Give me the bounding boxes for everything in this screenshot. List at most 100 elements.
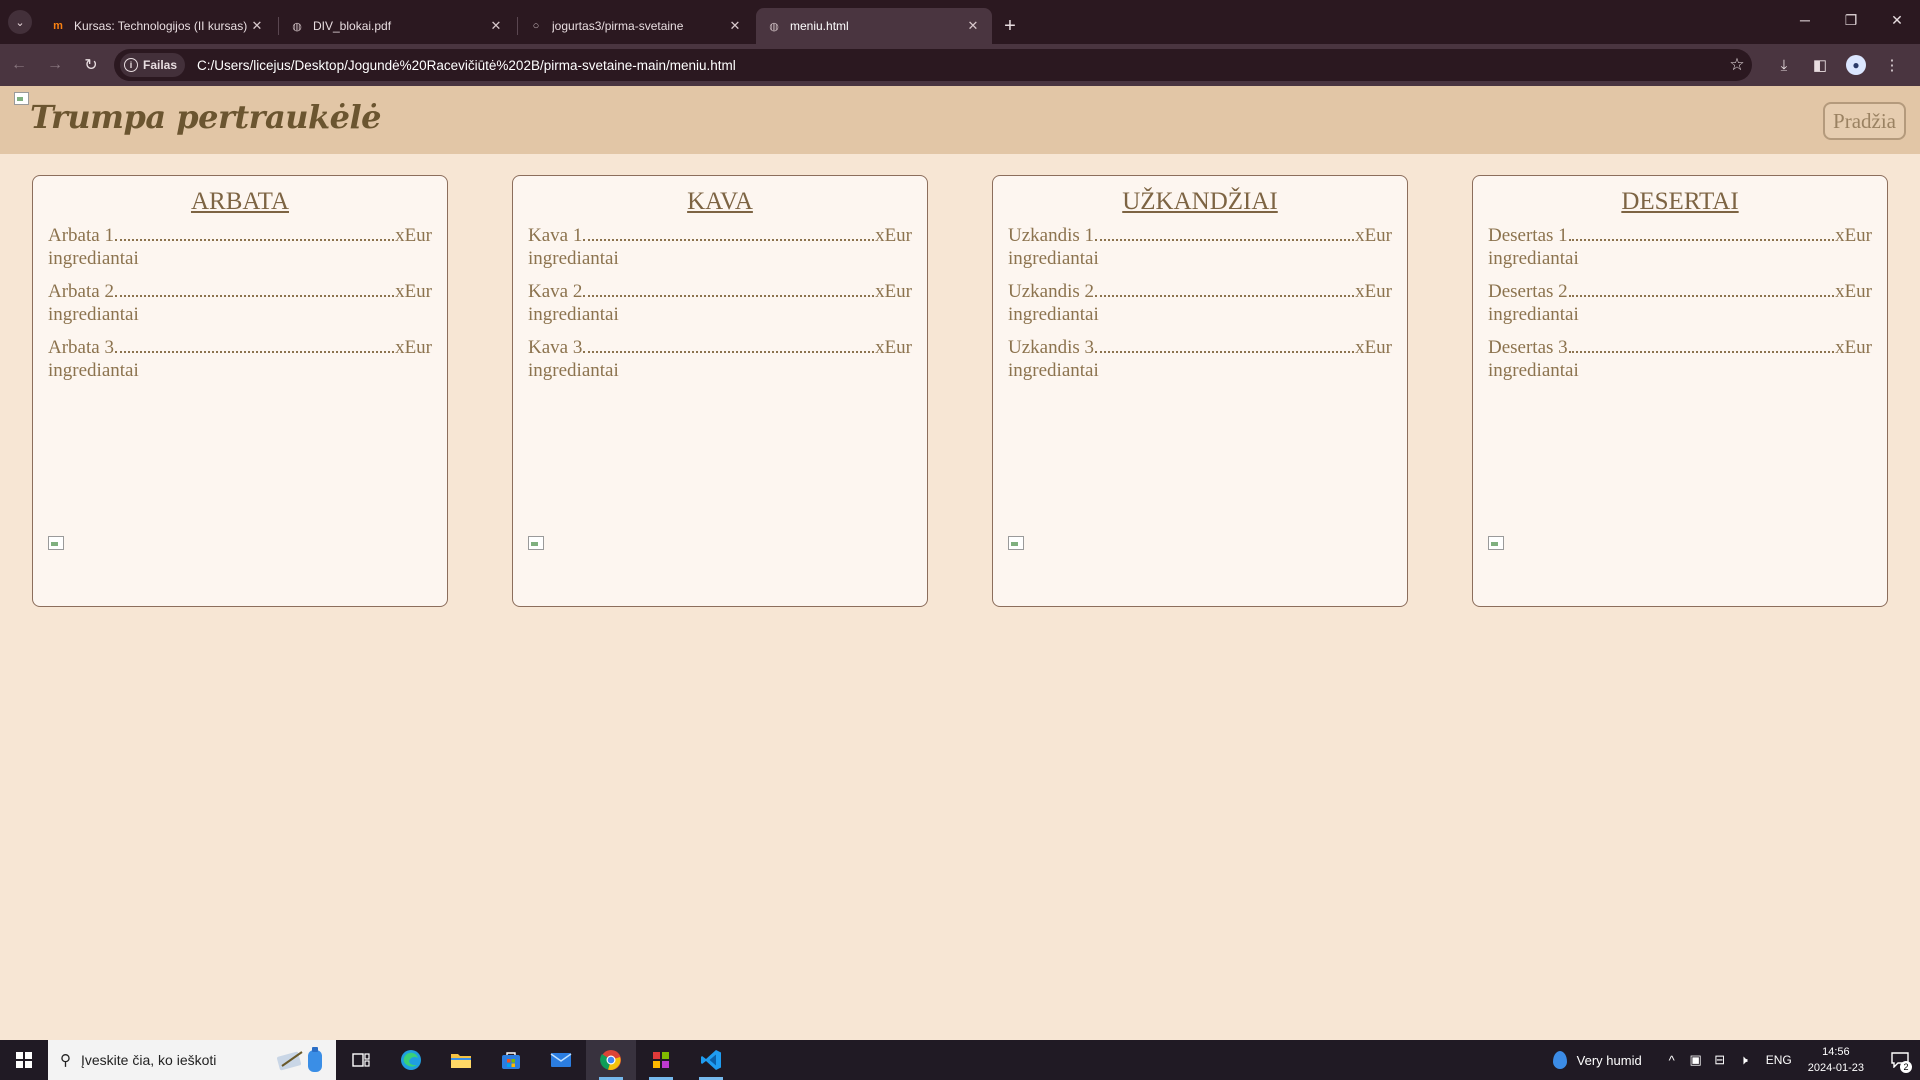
item-ingredients: ingrediantai — [1488, 248, 1579, 269]
item-name: Kava 2 — [528, 281, 583, 302]
tab-title: meniu.html — [790, 19, 849, 33]
menu-item: Arbata 3 xEur ingrediantai — [48, 336, 432, 382]
item-ingredients: ingrediantai — [48, 304, 139, 325]
tab-search-button[interactable]: ⌄ — [0, 0, 40, 44]
tab-title: jogurtas3/pirma-svetaine — [552, 19, 684, 33]
tab-github[interactable]: ○ jogurtas3/pirma-svetaine ✕ — [518, 8, 754, 44]
weather-label: Very humid — [1576, 1052, 1642, 1068]
broken-image-icon — [1488, 536, 1504, 552]
menu-item: Desertas 2 xEur ingrediantai — [1488, 280, 1872, 326]
site-info-chip[interactable]: i Failas — [120, 53, 186, 77]
menu-cards: ARBATA Arbata 1 xEur ingrediantai Arbata … — [32, 175, 1888, 607]
download-icon[interactable]: ⤓ — [1766, 49, 1802, 81]
item-ingredients: ingrediantai — [1008, 304, 1099, 325]
minimize-icon[interactable]: ─ — [1782, 0, 1828, 40]
site-header: Trumpa pertraukėlė Pradžia — [0, 86, 1920, 154]
task-view-icon[interactable] — [336, 1040, 386, 1080]
store-icon[interactable] — [486, 1040, 536, 1080]
home-button[interactable]: Pradžia — [1823, 102, 1906, 140]
profile-icon[interactable]: ● — [1838, 49, 1874, 81]
restore-icon[interactable]: ❐ — [1828, 0, 1874, 40]
item-name: Uzkandis 1 — [1008, 225, 1095, 246]
security-icon[interactable]: ▣ — [1684, 1052, 1708, 1068]
item-price: xEur — [1355, 337, 1392, 358]
bookmark-star-icon[interactable]: ☆ — [1722, 55, 1752, 75]
file-explorer-icon[interactable] — [436, 1040, 486, 1080]
card-title-link[interactable]: ARBATA — [48, 188, 432, 216]
site-title: Trumpa pertraukėlė — [30, 98, 382, 136]
dot-leader — [114, 336, 395, 353]
taskbar-search[interactable]: ⚲ Įveskite čia, ko ieškoti — [48, 1040, 336, 1080]
broken-image-icon — [1008, 536, 1024, 552]
item-price: xEur — [1835, 337, 1872, 358]
chrome-icon[interactable] — [586, 1040, 636, 1080]
browser-toolbar: ← → ↻ i Failas C:/Users/licejus/Desktop/… — [0, 44, 1920, 86]
dot-leader — [583, 280, 875, 297]
url-text[interactable]: C:/Users/licejus/Desktop/Jogundė%20Racev… — [197, 58, 1722, 73]
item-name: Uzkandis 3 — [1008, 337, 1095, 358]
menu-item: Uzkandis 2 xEur ingrediantai — [1008, 280, 1392, 326]
item-price: xEur — [875, 337, 912, 358]
moodle-icon: m — [53, 20, 63, 32]
broken-image-icon — [48, 536, 64, 552]
dot-leader — [583, 224, 875, 241]
weather-widget[interactable]: Very humid — [1552, 1051, 1642, 1069]
logo-image-icon — [14, 92, 30, 108]
card-title-link[interactable]: UŽKANDŽIAI — [1008, 188, 1392, 216]
start-button[interactable] — [0, 1040, 48, 1080]
item-price: xEur — [1355, 281, 1392, 302]
close-icon[interactable]: ✕ — [487, 18, 505, 34]
card-title-link[interactable]: KAVA — [528, 188, 912, 216]
language-indicator[interactable]: ENG — [1766, 1053, 1792, 1067]
notification-center-button[interactable]: 2 — [1880, 1040, 1920, 1080]
broken-image-icon — [528, 536, 544, 552]
new-tab-button[interactable]: + — [994, 8, 1026, 44]
forward-arrow-icon[interactable]: → — [38, 48, 72, 82]
close-window-icon[interactable]: ✕ — [1874, 0, 1920, 40]
mail-icon[interactable] — [536, 1040, 586, 1080]
search-highlight-icon — [277, 1047, 322, 1072]
dot-leader — [1568, 336, 1835, 353]
close-icon[interactable]: ✕ — [726, 18, 744, 34]
item-name: Arbata 1 — [48, 225, 114, 246]
item-name: Kava 1 — [528, 225, 583, 246]
item-name: Kava 3 — [528, 337, 583, 358]
item-name: Uzkandis 2 — [1008, 281, 1095, 302]
dot-leader — [1095, 336, 1355, 353]
tab-kursas[interactable]: m Kursas: Technologijos (II kursas) ✕ — [40, 8, 276, 44]
humidity-drop-icon — [1552, 1051, 1567, 1069]
reload-icon[interactable]: ↻ — [74, 48, 108, 82]
item-name: Arbata 3 — [48, 337, 114, 358]
close-icon[interactable]: ✕ — [964, 18, 982, 34]
info-icon: i — [124, 58, 138, 72]
vscode-icon[interactable] — [686, 1040, 736, 1080]
clock[interactable]: 14:56 2024-01-23 — [1808, 1044, 1864, 1076]
item-price: xEur — [395, 225, 432, 246]
card-title-link[interactable]: DESERTAI — [1488, 188, 1872, 216]
chevron-up-icon[interactable]: ^ — [1660, 1053, 1684, 1068]
item-name: Arbata 2 — [48, 281, 114, 302]
back-arrow-icon[interactable]: ← — [2, 48, 36, 82]
item-ingredients: ingrediantai — [1008, 360, 1099, 381]
item-ingredients: ingrediantai — [48, 360, 139, 381]
item-price: xEur — [1835, 225, 1872, 246]
dot-leader — [1095, 224, 1355, 241]
speaker-muted-icon[interactable]: 🕨 — [1732, 1052, 1756, 1068]
search-icon: ⚲ — [60, 1052, 71, 1069]
side-panel-icon[interactable]: ◧ — [1802, 49, 1838, 81]
address-bar[interactable]: i Failas C:/Users/licejus/Desktop/Jogund… — [114, 49, 1752, 81]
app-grid-icon[interactable] — [636, 1040, 686, 1080]
item-ingredients: ingrediantai — [48, 248, 139, 269]
edge-icon[interactable] — [386, 1040, 436, 1080]
item-ingredients: ingrediantai — [528, 304, 619, 325]
dot-leader — [114, 280, 395, 297]
more-menu-icon[interactable]: ⋮ — [1874, 49, 1910, 81]
page-viewport: Trumpa pertraukėlė Pradžia ARBATA Arbata… — [0, 86, 1920, 1040]
menu-card-uzkandziai: UŽKANDŽIAI Uzkandis 1 xEur ingrediantai U… — [992, 175, 1408, 607]
item-ingredients: ingrediantai — [528, 360, 619, 381]
windows-logo-icon — [16, 1052, 32, 1068]
close-icon[interactable]: ✕ — [248, 18, 266, 34]
tab-div-blokai[interactable]: ◍ DIV_blokai.pdf ✕ — [279, 8, 515, 44]
network-icon[interactable]: ⊟ — [1708, 1052, 1732, 1068]
tab-meniu[interactable]: ◍ meniu.html ✕ — [756, 8, 992, 44]
